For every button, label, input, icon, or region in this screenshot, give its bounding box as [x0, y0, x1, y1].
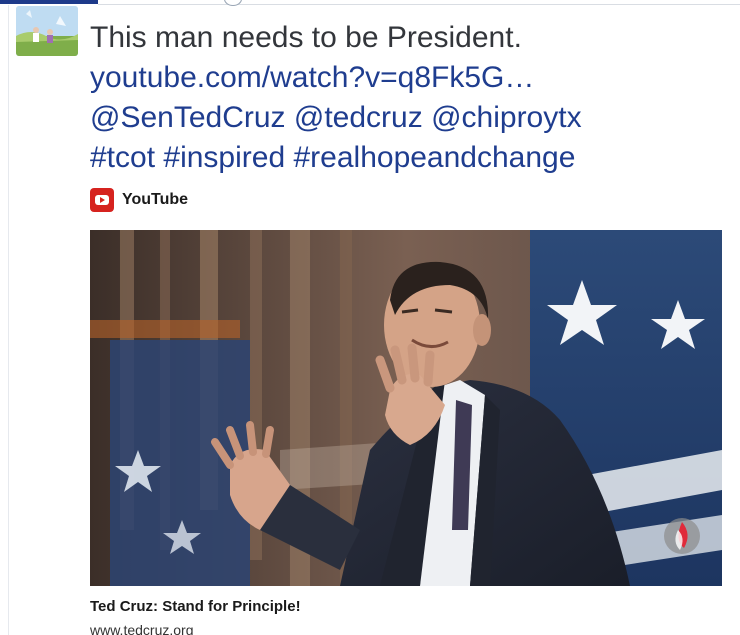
avatar[interactable] — [16, 6, 78, 56]
tweet-message: This man needs to be President. — [90, 21, 522, 54]
header-accent-bar — [0, 0, 98, 4]
mention-tedcruz[interactable]: @tedcruz — [294, 101, 423, 134]
video-thumbnail[interactable] — [90, 230, 722, 586]
avatar-image — [16, 6, 78, 56]
tweet-text: This man needs to be President. youtube.… — [90, 18, 730, 178]
mention-chiproytx[interactable]: @chiproytx — [431, 101, 582, 134]
video-title[interactable]: Ted Cruz: Stand for Principle! — [90, 598, 301, 615]
hashtag-realhopeandchange[interactable]: #realhopeandchange — [293, 141, 575, 174]
video-frame — [90, 230, 722, 586]
video-url[interactable]: www.tedcruz.org — [90, 622, 193, 635]
header-circle-icon — [224, 0, 242, 6]
mention-sentedcruz[interactable]: @SenTedCruz — [90, 101, 286, 134]
youtube-icon — [90, 188, 114, 212]
source-name: YouTube — [122, 191, 189, 208]
card-source[interactable]: YouTube — [90, 188, 188, 212]
header-divider — [98, 4, 740, 5]
timeline-rail — [8, 5, 9, 635]
tweet-link[interactable]: youtube.com/watch?v=q8Fk5G… — [90, 61, 534, 94]
hashtag-tcot[interactable]: #tcot — [90, 141, 155, 174]
hashtag-inspired[interactable]: #inspired — [163, 141, 285, 174]
